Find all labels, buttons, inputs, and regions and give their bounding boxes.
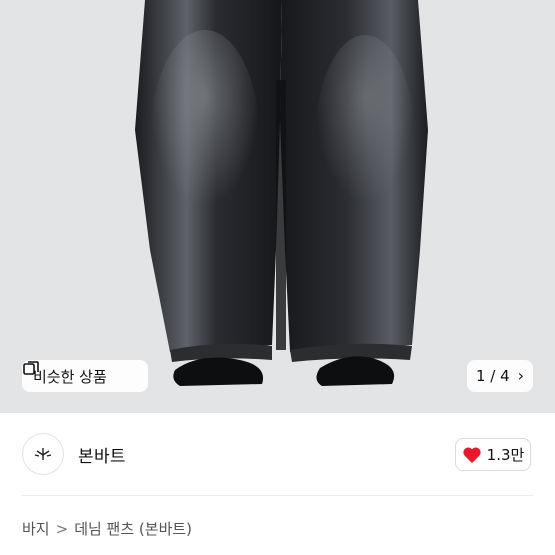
image-pager-button[interactable]: 1 / 4 › xyxy=(467,360,533,392)
like-count: 1.3만 xyxy=(486,446,525,464)
breadcrumb-item-pants[interactable]: 바지 xyxy=(22,518,50,539)
pager-total: 4 xyxy=(500,367,510,385)
breadcrumb: 바지 > 데님 팬츠 (본바트) xyxy=(22,518,192,539)
breadcrumb-separator: > xyxy=(55,519,69,538)
jeans-photo xyxy=(135,0,428,386)
pager-text: 1 / 4 xyxy=(476,367,510,385)
product-page: 비슷한 상품 1 / 4 › 본바트 1.3만 바지 > 데님 팬츠 (본바트) xyxy=(0,0,555,555)
like-button[interactable]: 1.3만 xyxy=(455,438,531,471)
seller-name[interactable]: 본바트 xyxy=(78,442,126,467)
breadcrumb-item-denim-pants[interactable]: 데님 팬츠 (본바트) xyxy=(74,518,192,539)
chevron-right-icon: › xyxy=(517,366,525,385)
similar-items-button[interactable]: 비슷한 상품 xyxy=(22,360,148,392)
pager-separator: / xyxy=(490,367,496,385)
heart-icon xyxy=(463,446,481,463)
product-image[interactable]: 비슷한 상품 1 / 4 › xyxy=(0,0,555,413)
seller-row: 본바트 1.3만 xyxy=(0,413,555,495)
seller-logo-icon xyxy=(34,448,52,460)
pager-current: 1 xyxy=(475,367,486,385)
divider xyxy=(22,495,533,496)
similar-items-label: 비슷한 상품 xyxy=(33,367,107,386)
similar-items-icon xyxy=(23,361,39,375)
seller-avatar[interactable] xyxy=(22,433,64,475)
